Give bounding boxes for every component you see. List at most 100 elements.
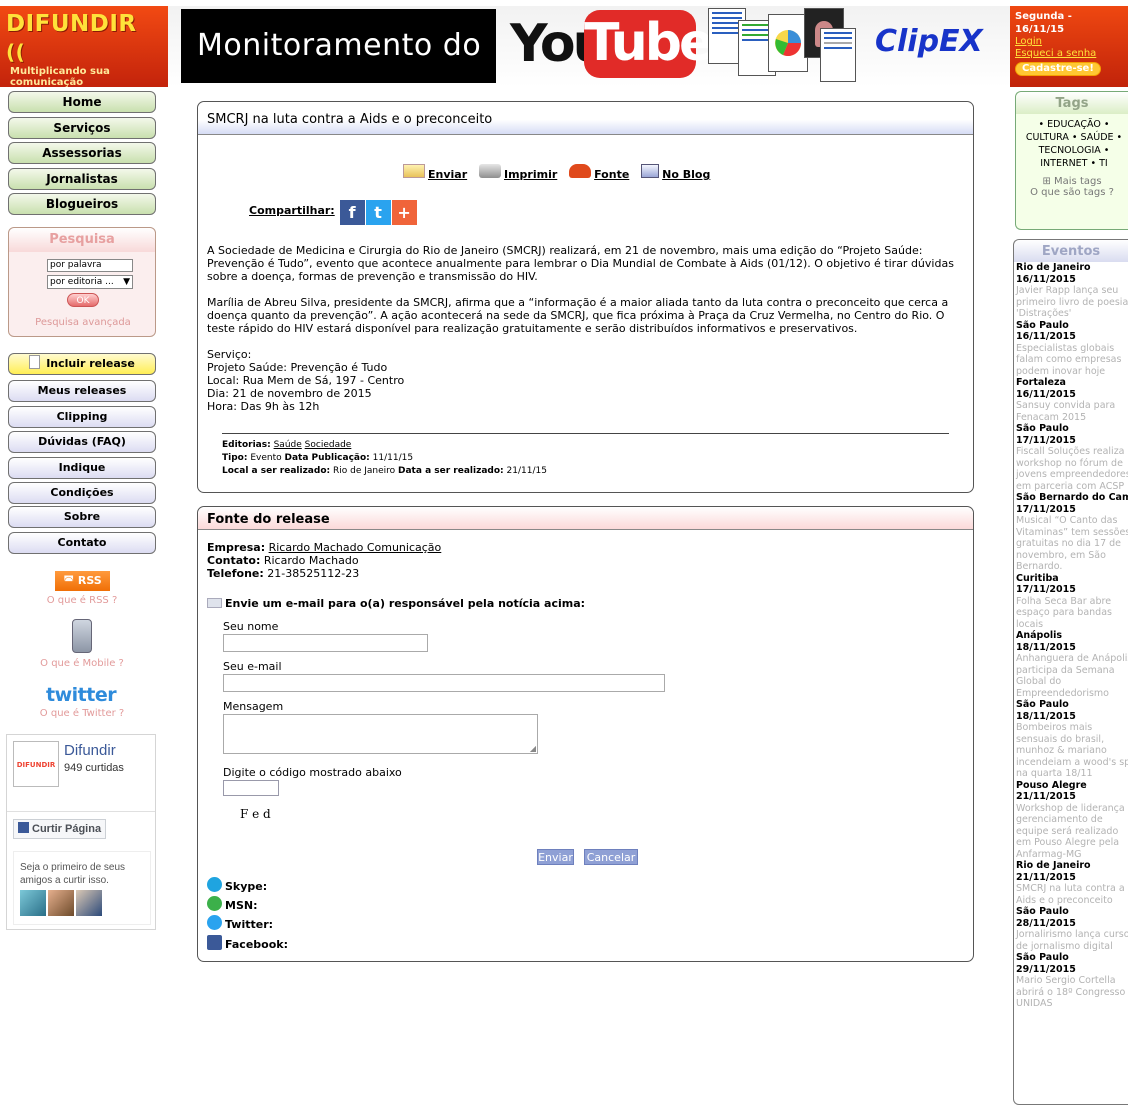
event-item[interactable]: Rio de Janeiro 21/11/2015 SMCRJ na luta co…	[1014, 860, 1128, 906]
send-action[interactable]: Enviar	[403, 164, 467, 181]
forgot-password-link[interactable]: Esqueci a senha	[1015, 48, 1123, 60]
nav-clipping[interactable]: Clipping	[8, 406, 156, 428]
twitter-logo[interactable]: twitter	[46, 684, 117, 706]
friend-avatar[interactable]	[48, 890, 74, 916]
event-item[interactable]: Pouso Alegre 21/11/2015 Workshop de lidera…	[1014, 780, 1128, 861]
event-title-link[interactable]: SMCRJ na luta contra a Aids e o preconce…	[1016, 883, 1128, 906]
event-item[interactable]: Anápolis 18/11/2015 Anhanguera de Anápolis…	[1014, 630, 1128, 699]
search-category-select[interactable]: por editoria ... ▼	[47, 275, 133, 289]
more-tags-link[interactable]: ⊞ Mais tags	[1016, 176, 1128, 187]
more-share-icon[interactable]: +	[391, 200, 417, 225]
facebook-row: Facebook:	[207, 935, 288, 951]
register-button[interactable]: Cadastre-se!	[1015, 62, 1101, 76]
friend-avatar[interactable]	[20, 890, 46, 916]
nav-include-release[interactable]: Incluir release	[8, 353, 156, 375]
friend-avatar[interactable]	[76, 890, 102, 916]
empresa-link[interactable]: Ricardo Machado Comunicação	[269, 541, 442, 554]
tags-help-link[interactable]: O que são tags ?	[1016, 187, 1128, 198]
event-item[interactable]: São Paulo 17/11/2015 Fiscall Soluções real…	[1014, 423, 1128, 492]
mobile-help-link[interactable]: O que é Mobile ?	[8, 658, 156, 669]
message-textarea[interactable]: ◢	[223, 714, 538, 754]
nav-condicoes[interactable]: Condições	[8, 482, 156, 504]
event-item[interactable]: São Paulo 28/11/2015 Jornalirismo lança cu…	[1014, 906, 1128, 952]
tags-list[interactable]: • EDUCAÇÃO • CULTURA • SAÚDE • TECNOLOGI…	[1016, 114, 1128, 170]
clipex-logo[interactable]: ClipEX	[875, 24, 983, 59]
monitoring-banner[interactable]: Monitoramento do	[181, 9, 496, 83]
clipping-thumbnails[interactable]	[708, 8, 858, 84]
nav-sobre[interactable]: Sobre	[8, 506, 156, 528]
event-city: Fortaleza	[1016, 377, 1066, 388]
difundir-logo[interactable]: DIFUNDIR (( Multiplicando sua comunicaçã…	[0, 6, 168, 88]
printer-icon	[478, 164, 501, 178]
share-label[interactable]: Compartilhar:	[249, 204, 335, 217]
event-item[interactable]: São Paulo 18/11/2015 Bombeiros mais sensua…	[1014, 699, 1128, 780]
service-line: Hora: Das 9h às 12h	[207, 400, 320, 413]
phone-icon	[569, 164, 592, 178]
editoria-link[interactable]: Sociedade	[305, 440, 352, 450]
search-ok-button[interactable]: OK	[67, 293, 99, 307]
event-item[interactable]: Curitiba 17/11/2015 Folha Seca Bar abre es…	[1014, 573, 1128, 631]
nav-faq[interactable]: Dúvidas (FAQ)	[8, 431, 156, 453]
event-title-link[interactable]: Fiscall Soluções realiza workshop no fór…	[1016, 446, 1128, 492]
youtube-logo-tube[interactable]: Tube	[584, 10, 714, 78]
nav-blogueiros[interactable]: Blogueiros	[8, 193, 156, 215]
editoria-link[interactable]: Saúde	[274, 440, 302, 450]
event-date-value: 21/11/15	[506, 466, 547, 476]
nav-jornalistas[interactable]: Jornalistas	[8, 168, 156, 190]
tipo-label: Tipo:	[222, 453, 248, 463]
event-city: São Bernardo do Campo	[1016, 492, 1128, 503]
cancel-button[interactable]: Cancelar	[584, 849, 638, 865]
rss-help-link[interactable]: O que é RSS ?	[8, 595, 156, 606]
login-link[interactable]: Login	[1015, 36, 1123, 48]
nav-my-releases[interactable]: Meus releases	[8, 380, 156, 402]
event-title-link[interactable]: Especialistas globais falam como empresa…	[1016, 343, 1128, 378]
event-title-link[interactable]: Sansuy convida para Fenacam 2015	[1016, 400, 1128, 423]
event-title-link[interactable]: Javier Rapp lança seu primeiro livro de …	[1016, 285, 1128, 320]
facebook-label: Facebook:	[225, 938, 288, 951]
search-word-input[interactable]: por palavra	[47, 259, 133, 272]
event-title-link[interactable]: Folha Seca Bar abre espaço para bandas l…	[1016, 596, 1128, 631]
thumb-report-3	[820, 28, 856, 82]
captcha-input[interactable]	[223, 780, 279, 796]
facebook-page-name[interactable]: Difundir	[64, 742, 116, 759]
nav-contato[interactable]: Contato	[8, 532, 156, 554]
mobile-icon[interactable]	[72, 619, 92, 653]
event-title-link[interactable]: Musical “O Canto das Vitaminas” tem sess…	[1016, 515, 1128, 573]
event-item[interactable]: Rio de Janeiro 16/11/2015 Javier Rapp lanç…	[1014, 262, 1128, 320]
name-input[interactable]	[223, 634, 428, 652]
advanced-search-link[interactable]: Pesquisa avançada	[9, 317, 157, 328]
event-title-link[interactable]: Workshop de liderança e gerenciamento de…	[1016, 803, 1128, 861]
share-bar: Compartilhar: f t +	[249, 200, 417, 225]
plus-icon: ⊞	[1042, 176, 1055, 187]
print-action[interactable]: Imprimir	[478, 164, 557, 181]
facebook-page-avatar[interactable]: DIFUNDIR	[13, 741, 59, 787]
event-item[interactable]: São Paulo 29/11/2015 Mario Sergio Cortella…	[1014, 952, 1128, 1010]
event-item[interactable]: São Paulo 16/11/2015 Especialistas globais…	[1014, 320, 1128, 378]
blog-link[interactable]: No Blog	[662, 168, 710, 181]
rss-button[interactable]: ◚ RSS	[55, 571, 110, 591]
event-title-link[interactable]: Jornalirismo lança curso de jornalismo d…	[1016, 929, 1128, 952]
blog-action[interactable]: No Blog	[641, 164, 710, 181]
event-title-link[interactable]: Mario Sergio Cortella abrirá o 18º Congr…	[1016, 975, 1128, 1010]
twitter-share-icon[interactable]: t	[365, 200, 391, 225]
send-link[interactable]: Enviar	[428, 168, 467, 181]
facebook-share-icon[interactable]: f	[339, 200, 365, 225]
event-date: 29/11/2015	[1016, 963, 1076, 975]
send-button[interactable]: Enviar	[537, 849, 574, 865]
event-item[interactable]: Fortaleza 16/11/2015 Sansuy convida para F…	[1014, 377, 1128, 423]
facebook-like-page-button[interactable]: Curtir Página	[13, 819, 106, 839]
source-link[interactable]: Fonte	[594, 168, 629, 181]
source-action[interactable]: Fonte	[569, 164, 629, 181]
nav-servicos[interactable]: Serviços	[8, 117, 156, 139]
event-title-link[interactable]: Bombeiros mais sensuais do brasil, munho…	[1016, 722, 1128, 780]
nav-home[interactable]: Home	[8, 91, 156, 113]
email-input[interactable]	[223, 674, 665, 692]
twitter-help-link[interactable]: O que é Twitter ?	[8, 708, 156, 719]
resize-handle-icon[interactable]: ◢	[530, 744, 536, 753]
print-link[interactable]: Imprimir	[504, 168, 557, 181]
event-item[interactable]: São Bernardo do Campo17/11/2015Musical “…	[1014, 492, 1128, 573]
nav-indique[interactable]: Indique	[8, 457, 156, 479]
event-title-link[interactable]: Anhanguera de Anápolis participa da Sema…	[1016, 653, 1128, 699]
twitter-bird-icon	[207, 915, 222, 930]
nav-assessorias[interactable]: Assessorias	[8, 142, 156, 164]
